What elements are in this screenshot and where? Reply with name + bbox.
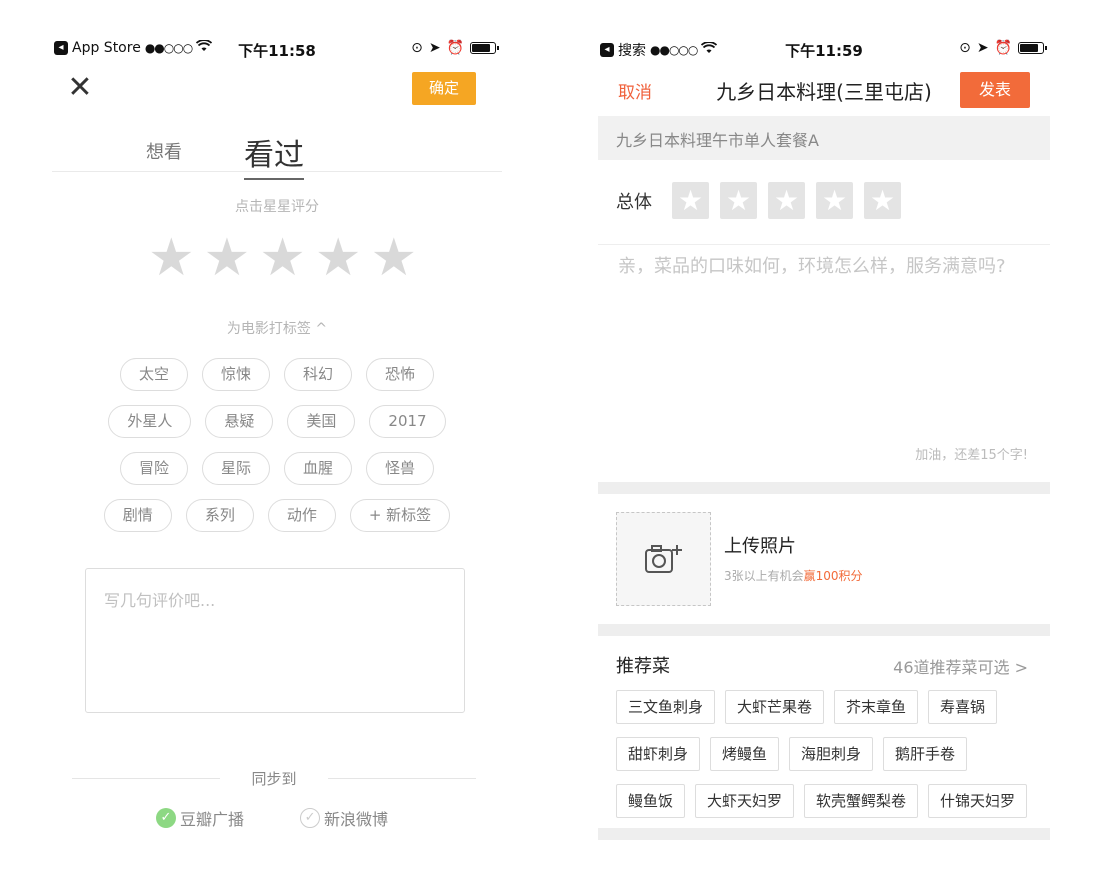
star-icon[interactable]: ★ bbox=[864, 182, 901, 219]
tags-row: 太空 惊悚 科幻 恐怖 bbox=[52, 358, 502, 391]
location-icon: ➤ bbox=[428, 40, 441, 56]
alarm-icon: ⏰ bbox=[994, 40, 1012, 56]
close-icon[interactable]: ✕ bbox=[66, 73, 94, 103]
upload-photo-button[interactable] bbox=[616, 512, 711, 606]
star-icon[interactable]: ★ bbox=[259, 232, 306, 284]
tag-chip[interactable]: 冒险 bbox=[119, 452, 188, 485]
check-icon: ✓ bbox=[300, 808, 321, 828]
char-counter: 加油，还差15个字! bbox=[915, 448, 1028, 463]
review-input[interactable]: 亲，菜品的口味如何，环境怎么样，服务满意吗? bbox=[618, 252, 1026, 282]
sync-option-label: 新浪微博 bbox=[324, 810, 389, 829]
sync-weibo[interactable]: ✓ 新浪微博 bbox=[300, 806, 388, 830]
tags-row: 冒险 星际 血腥 怪兽 bbox=[52, 452, 502, 485]
sync-divider: 同步到 bbox=[72, 768, 476, 788]
section-gap bbox=[598, 624, 1050, 636]
battery-icon bbox=[470, 42, 499, 54]
tag-chip[interactable]: 血腥 bbox=[284, 452, 353, 485]
tag-chip[interactable]: 恐怖 bbox=[366, 358, 435, 391]
star-icon[interactable]: ★ bbox=[768, 182, 805, 219]
dish-chip[interactable]: 鹅肝手卷 bbox=[883, 737, 968, 771]
tags-row: 剧情 系列 动作 + 新标签 bbox=[52, 499, 502, 532]
dish-chip[interactable]: 海胆刺身 bbox=[789, 737, 874, 771]
dish-chips-row: 鳗鱼饭 大虾天妇罗 软壳蟹鳄梨卷 什锦天妇罗 bbox=[616, 784, 1028, 818]
tag-chip[interactable]: 太空 bbox=[119, 358, 188, 391]
section-gap bbox=[598, 482, 1050, 494]
dish-chip[interactable]: 甜虾刺身 bbox=[616, 737, 701, 771]
sync-option-label: 豆瓣广播 bbox=[180, 810, 245, 829]
star-icon[interactable]: ★ bbox=[371, 232, 418, 284]
overall-label: 总体 bbox=[616, 191, 652, 213]
post-button[interactable]: 发表 bbox=[960, 72, 1030, 108]
tag-chip[interactable]: 美国 bbox=[287, 405, 356, 438]
tag-chip[interactable]: 系列 bbox=[185, 499, 254, 532]
dish-chip[interactable]: 什锦天妇罗 bbox=[928, 784, 1028, 818]
star-icon[interactable]: ★ bbox=[720, 182, 757, 219]
star-icon[interactable]: ★ bbox=[148, 232, 195, 284]
sync-douban[interactable]: ✓ 豆瓣广播 bbox=[156, 806, 244, 830]
confirm-button[interactable]: 确定 bbox=[412, 72, 476, 105]
dish-chips-row: 三文鱼刺身 大虾芒果卷 芥末章鱼 寿喜锅 bbox=[616, 690, 998, 724]
upload-subtitle: 3张以上有机会赢100积分 bbox=[724, 567, 863, 584]
tag-chip[interactable]: 怪兽 bbox=[366, 452, 435, 485]
star-rating: ★ ★ ★ ★ ★ bbox=[148, 232, 417, 284]
sync-options: ✓ 豆瓣广播 ✓ 新浪微博 bbox=[156, 806, 388, 830]
location-icon: ➤ bbox=[976, 40, 989, 56]
upload-title: 上传照片 bbox=[724, 536, 796, 557]
dish-chip[interactable]: 三文鱼刺身 bbox=[616, 690, 716, 724]
orientation-lock-icon: ⊙ bbox=[959, 40, 971, 56]
dish-chip[interactable]: 烤鳗鱼 bbox=[710, 737, 780, 771]
star-icon[interactable]: ★ bbox=[204, 232, 251, 284]
recommended-title: 推荐菜 bbox=[616, 656, 670, 677]
tag-section-toggle[interactable]: 为电影打标签 ^ bbox=[52, 318, 502, 338]
tag-chip[interactable]: 惊悚 bbox=[201, 358, 270, 391]
tab-watched[interactable]: 看过 bbox=[244, 130, 304, 180]
upload-subtitle-text: 3张以上有机会 bbox=[724, 569, 804, 583]
tag-chip[interactable]: 悬疑 bbox=[205, 405, 274, 438]
douban-rating-screen: ◂ App Store ●●○○○ 下午11:58 ⊙ ➤ ⏰ ✕ 确定 想看 … bbox=[52, 0, 502, 896]
dish-chips-row: 甜虾刺身 烤鳗鱼 海胆刺身 鹅肝手卷 bbox=[616, 737, 968, 771]
section-gap bbox=[598, 828, 1050, 840]
recommended-more-link[interactable]: 46道推荐菜可选 > bbox=[893, 654, 1028, 678]
review-input[interactable]: 写几句评价吧... bbox=[85, 568, 465, 713]
star-icon[interactable]: ★ bbox=[672, 182, 709, 219]
tag-chip[interactable]: 动作 bbox=[267, 499, 336, 532]
star-icon[interactable]: ★ bbox=[816, 182, 853, 219]
dianping-review-screen: ◂ 搜索 ●●○○○ 下午11:59 ⊙ ➤ ⏰ 取消 九乡日本料理(三里屯店)… bbox=[598, 0, 1050, 896]
dish-chip[interactable]: 寿喜锅 bbox=[928, 690, 998, 724]
nav-bar: 取消 九乡日本料理(三里屯店) 发表 bbox=[598, 66, 1050, 114]
tab-want-to-watch[interactable]: 想看 bbox=[146, 138, 182, 164]
dish-chip[interactable]: 大虾天妇罗 bbox=[695, 784, 795, 818]
dish-chip[interactable]: 芥末章鱼 bbox=[834, 690, 919, 724]
tab-bar: 想看 看过 bbox=[52, 128, 502, 180]
tag-chip[interactable]: 2017 bbox=[369, 405, 446, 438]
tags-row: 外星人 悬疑 美国 2017 bbox=[52, 405, 502, 438]
alarm-icon: ⏰ bbox=[446, 40, 464, 56]
rating-hint: 点击星星评分 bbox=[235, 199, 319, 215]
dish-chip[interactable]: 鳗鱼饭 bbox=[616, 784, 686, 818]
tag-chip[interactable]: 星际 bbox=[201, 452, 270, 485]
tag-chip[interactable]: 剧情 bbox=[103, 499, 172, 532]
dish-chip[interactable]: 大虾芒果卷 bbox=[725, 690, 825, 724]
overall-rating: 总体 ★ ★ ★ ★ ★ bbox=[616, 182, 912, 219]
dish-name: 九乡日本料理午市单人套餐A bbox=[598, 116, 1050, 160]
status-bar: ◂ App Store ●●○○○ 下午11:58 ⊙ ➤ ⏰ bbox=[52, 38, 502, 62]
star-icon[interactable]: ★ bbox=[315, 232, 362, 284]
divider bbox=[598, 244, 1050, 245]
status-bar: ◂ 搜索 ●●○○○ 下午11:59 ⊙ ➤ ⏰ bbox=[598, 38, 1050, 62]
dish-chip[interactable]: 软壳蟹鳄梨卷 bbox=[804, 784, 919, 818]
new-tag-button[interactable]: + 新标签 bbox=[349, 499, 451, 532]
add-photo-icon bbox=[644, 543, 684, 575]
tag-chip[interactable]: 科幻 bbox=[284, 358, 353, 391]
orientation-lock-icon: ⊙ bbox=[411, 40, 423, 56]
check-icon: ✓ bbox=[156, 808, 176, 828]
tag-chip[interactable]: 外星人 bbox=[108, 405, 192, 438]
battery-icon bbox=[1018, 42, 1047, 54]
upload-reward: 赢100积分 bbox=[803, 569, 863, 583]
